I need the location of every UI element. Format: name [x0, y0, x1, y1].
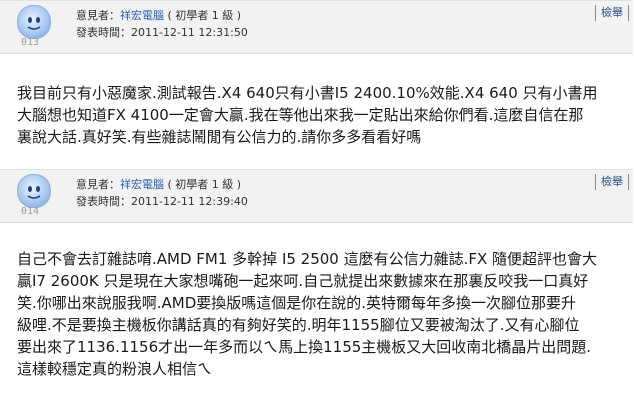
body-line: 大腦想也知道FX 4100一定會大贏.我在等他出來我一定貼出來給你們看.這麼自信… [17, 106, 584, 124]
author-label: 意見者： [76, 9, 120, 22]
author-link[interactable]: 祥宏電腦 [120, 178, 164, 191]
body-line: 自己不會去訂雜誌唷.AMD FM1 多幹掉 I5 2500 這麼有公信力雜誌.F… [17, 250, 598, 268]
author-rank: ( 初學者 1 級 ) [167, 178, 242, 191]
post-time: 2011-12-11 12:31:50 [131, 26, 248, 39]
author-link[interactable]: 祥宏電腦 [120, 9, 164, 22]
body-line: 我目前只有小惡魔家.測試報告.X4 640只有小書I5 2400.10%效能.X… [17, 84, 598, 102]
time-row: 發表時間：2011-12-11 12:31:50 [76, 24, 248, 40]
avatar[interactable] [17, 174, 51, 208]
post-header: 014 意見者：祥宏電腦 ( 初學者 1 級 ) 發表時間：2011-12-11… [0, 169, 633, 223]
post-013: 013 意見者：祥宏電腦 ( 初學者 1 級 ) 發表時間：2011-12-11… [0, 0, 635, 166]
post-body: 我目前只有小惡魔家.測試報告.X4 640只有小書I5 2400.10%效能.X… [17, 82, 617, 148]
author-rank: ( 初學者 1 級 ) [167, 9, 242, 22]
floor-number: 013 [21, 37, 40, 48]
body-line: 級哩.不是要換主機板你講話真的有夠好笑的.明年1155腳位又要被淘汰了.又有心腳… [17, 316, 580, 334]
body-line: 笑.你哪出來說服我啊.AMD要換版嗎這個是你在說的.英特爾每年多換一次腳位那要升 [17, 294, 577, 312]
body-line: 贏I7 2600K 只是現在大家想嘴砲一起來呵.自己就提出來數據來在那裏反咬我一… [17, 272, 589, 290]
author-row: 意見者：祥宏電腦 ( 初學者 1 級 ) [76, 7, 241, 23]
floor-number: 014 [21, 206, 40, 217]
post-014: 014 意見者：祥宏電腦 ( 初學者 1 級 ) 發表時間：2011-12-11… [0, 169, 635, 405]
author-row: 意見者：祥宏電腦 ( 初學者 1 級 ) [76, 176, 241, 192]
avatar-face-icon [27, 17, 41, 30]
report-button[interactable]: 檢舉 [595, 5, 629, 21]
time-label: 發表時間： [76, 26, 131, 39]
report-button[interactable]: 檢舉 [595, 174, 629, 190]
avatar[interactable] [17, 5, 51, 39]
post-body: 自己不會去訂雜誌唷.AMD FM1 多幹掉 I5 2500 這麼有公信力雜誌.F… [17, 248, 617, 380]
author-label: 意見者： [76, 178, 120, 191]
time-row: 發表時間：2011-12-11 12:39:40 [76, 193, 248, 209]
time-label: 發表時間： [76, 195, 131, 208]
body-line: 要出來了1136.1156才出一年多而以ㄟ馬上換1155主機板又大回收南北橋晶片… [17, 338, 592, 356]
body-line: 這樣較穩定真的粉浪人相信ㄟ [17, 360, 213, 378]
post-time: 2011-12-11 12:39:40 [131, 195, 248, 208]
post-header: 013 意見者：祥宏電腦 ( 初學者 1 級 ) 發表時間：2011-12-11… [0, 0, 633, 54]
body-line: 裏說大話.真好笑.有些雜誌鬧閒有公信力的.請你多多看看好嗎 [17, 128, 422, 146]
avatar-face-icon [27, 186, 41, 199]
